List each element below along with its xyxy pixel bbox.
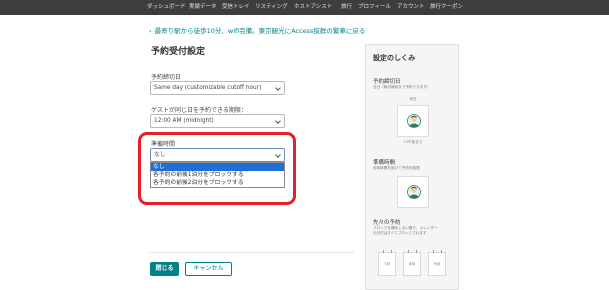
panel-today-label: 本日 bbox=[409, 97, 417, 101]
calendar-page-icon: 8月 bbox=[403, 250, 421, 276]
nav-profile[interactable]: プロフィール bbox=[358, 3, 391, 11]
cutoff-select-value: Same day (customizable cutoff hour) bbox=[154, 85, 262, 91]
calendar-month-label: 8月 bbox=[409, 262, 415, 266]
back-to-listing-link[interactable]: ‹ 最寄り駅から徒歩10分、wifi完備。東京観光にAccess抜群の繁華に戻る bbox=[149, 25, 365, 35]
close-button[interactable]: 閉じる bbox=[150, 262, 179, 276]
chevron-down-icon bbox=[275, 85, 281, 91]
calendar-page-icon: 9月 bbox=[428, 250, 446, 276]
cancel-button[interactable]: キャンセル bbox=[185, 262, 232, 276]
cutoff-label: 予約締切日 bbox=[151, 74, 182, 81]
panel-advance-heading: 先々の予約 bbox=[373, 220, 401, 226]
panel-prep-heading: 準備時間 bbox=[373, 160, 396, 166]
sameday-select-value: 12:00 AM (midnight) bbox=[154, 118, 214, 124]
panel-cutoff-desc: 当日（締切時刻まで予約できます） bbox=[373, 85, 431, 89]
panel-title: 設定のしくみ bbox=[373, 54, 416, 62]
cutoff-illustration bbox=[397, 105, 429, 137]
panel-advance-desc-2: の日付はすべてブロックされます bbox=[373, 231, 427, 235]
sameday-select[interactable]: 12:00 AM (midnight) bbox=[150, 114, 285, 128]
nav-account[interactable]: アカウント bbox=[397, 3, 425, 11]
nav-stats[interactable]: 実績データ bbox=[189, 3, 217, 11]
panel-cutoff-heading: 予約締切日 bbox=[373, 79, 401, 85]
host-avatar-icon bbox=[407, 114, 421, 128]
nav-dashboard[interactable]: ダッシュボード bbox=[147, 3, 186, 11]
highlight-annotation bbox=[138, 132, 296, 205]
calendar-month-label: 7月 bbox=[384, 262, 390, 266]
nav-coupons[interactable]: 旅行クーポン bbox=[430, 3, 463, 11]
footer-divider bbox=[149, 252, 354, 253]
chevron-down-icon bbox=[275, 118, 281, 124]
panel-prep-desc: 前後時間を設けて予約を制限 bbox=[373, 166, 420, 170]
nav-host-assist[interactable]: ホストアシスト bbox=[294, 3, 332, 11]
nav-listings[interactable]: リスティング bbox=[255, 3, 288, 11]
panel-cutoff-time: 12午前まで bbox=[403, 140, 423, 144]
host-avatar-icon bbox=[407, 185, 421, 199]
calendar-page-icon: 7月 bbox=[378, 250, 396, 276]
chevron-left-icon: ‹ bbox=[149, 27, 152, 35]
top-nav-bar: ダッシュボード 実績データ 受信トレイ リスティング ホストアシスト 旅行 プロ… bbox=[0, 0, 609, 15]
prep-illustration bbox=[397, 176, 429, 208]
nav-trips[interactable]: 旅行 bbox=[341, 3, 352, 11]
how-it-works-panel: 設定のしくみ 予約締切日 当日（締切時刻まで予約できます） 本日 12午前まで … bbox=[365, 44, 459, 290]
sameday-label: ゲストが同じ日を予約できる期限： bbox=[151, 107, 247, 114]
nav-inbox[interactable]: 受信トレイ bbox=[222, 3, 250, 11]
cutoff-select[interactable]: Same day (customizable cutoff hour) bbox=[150, 81, 285, 95]
back-link-label: 最寄り駅から徒歩10分、wifi完備。東京観光にAccess抜群の繁華に戻る bbox=[154, 27, 366, 35]
page-title: 予約受付設定 bbox=[151, 47, 206, 57]
calendar-month-label: 9月 bbox=[434, 262, 440, 266]
